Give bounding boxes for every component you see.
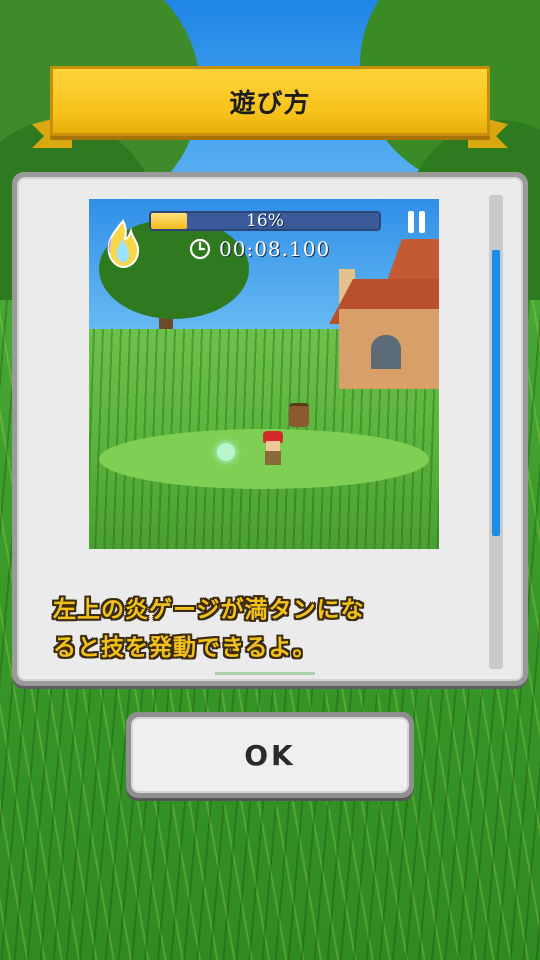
scroll-hint-line bbox=[215, 672, 315, 675]
page-title: 遊び方 bbox=[229, 88, 311, 119]
tutorial-panel: 16% 00:08.100 左上の炎ゲージが満タンにな ると技を発動できるよ。 bbox=[12, 172, 528, 686]
preview-house bbox=[329, 239, 439, 399]
preview-barrel bbox=[289, 403, 309, 427]
flame-gauge-percent: 16% bbox=[246, 211, 284, 231]
tutorial-description: 左上の炎ゲージが満タンにな ると技を発動できるよ。 bbox=[53, 591, 473, 667]
tutorial-description-line-2: ると技を発動できるよ。 bbox=[53, 635, 317, 661]
flame-icon bbox=[107, 219, 140, 269]
scrollbar-track[interactable] bbox=[489, 195, 503, 669]
preview-hero-character bbox=[261, 431, 285, 467]
gameplay-preview-image: 16% 00:08.100 bbox=[89, 199, 439, 549]
preview-spirit bbox=[217, 443, 235, 461]
ok-button[interactable]: OK bbox=[126, 712, 414, 798]
ok-button-face[interactable]: OK bbox=[131, 717, 409, 793]
tutorial-description-line-1: 左上の炎ゲージが満タンにな bbox=[53, 597, 365, 623]
clock-icon bbox=[189, 238, 211, 260]
scrollbar-thumb[interactable] bbox=[492, 250, 500, 536]
tutorial-panel-content[interactable]: 16% 00:08.100 左上の炎ゲージが満タンにな ると技を発動できるよ。 bbox=[17, 177, 523, 681]
flame-gauge-bar: 16% bbox=[149, 211, 381, 231]
timer-value: 00:08.100 bbox=[219, 237, 331, 261]
pause-icon bbox=[407, 211, 427, 233]
title-banner: 遊び方 bbox=[32, 66, 508, 152]
elapsed-timer: 00:08.100 bbox=[189, 237, 330, 261]
title-ribbon: 遊び方 bbox=[50, 66, 490, 136]
ok-button-label: OK bbox=[244, 738, 296, 772]
